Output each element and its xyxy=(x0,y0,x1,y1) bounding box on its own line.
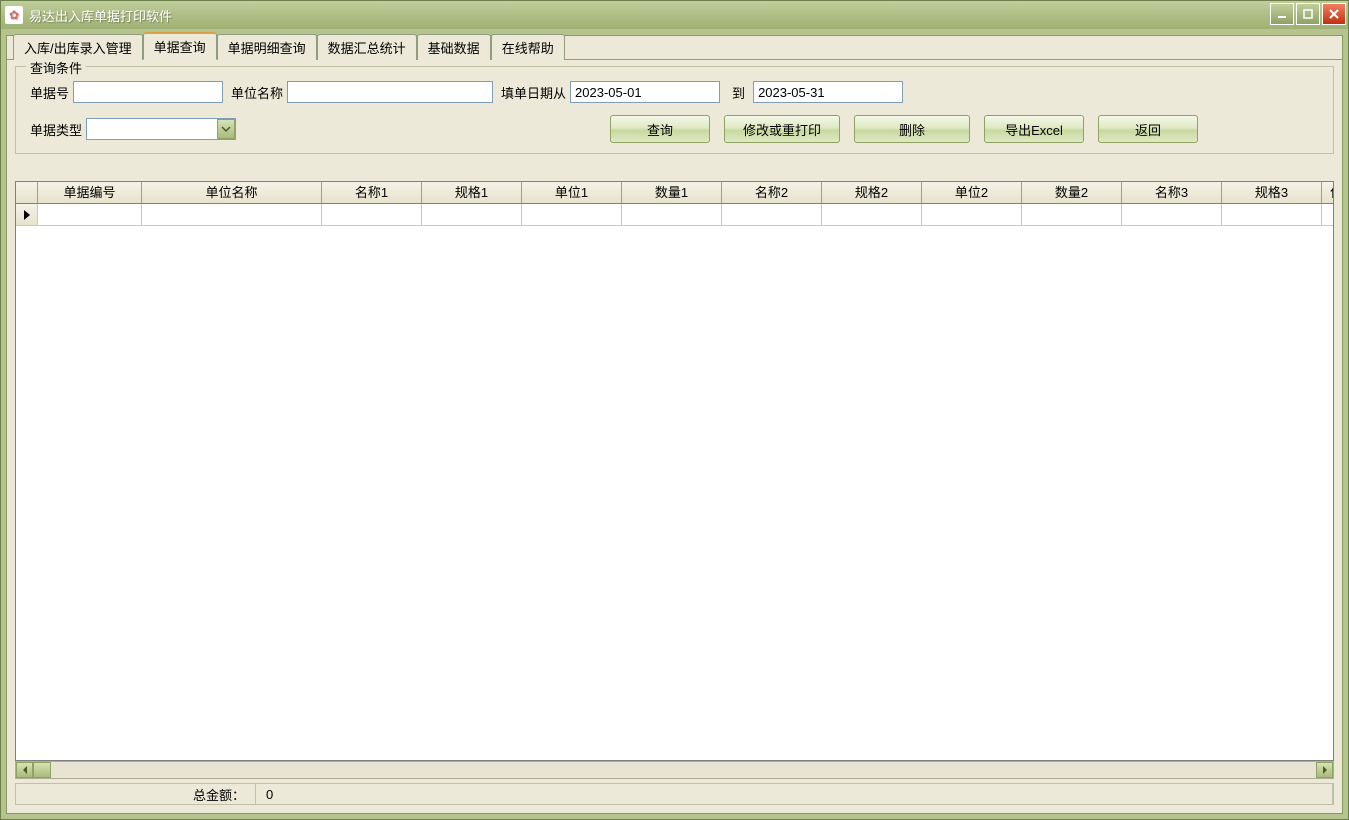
main-window: ✿ 易达出入库单据打印软件 入库/出库录入管理 单据查询 单据明细查询 数据汇总… xyxy=(0,0,1349,820)
grid-cell[interactable] xyxy=(142,204,322,225)
grid-col-spec1[interactable]: 规格1 xyxy=(422,182,522,203)
label-doc-type: 单据类型 xyxy=(30,120,82,139)
back-button[interactable]: 返回 xyxy=(1098,115,1198,143)
query-conditions-group: 查询条件 单据号 单位名称 填单日期从 到 单据类型 xyxy=(15,66,1334,154)
horizontal-scrollbar[interactable] xyxy=(15,761,1334,779)
grid-col-unit3partial[interactable]: 位 xyxy=(1322,182,1334,203)
results-grid: 单据编号 单位名称 名称1 规格1 单位1 数量1 名称2 规格2 单位2 数量… xyxy=(15,181,1334,761)
grid-cell[interactable] xyxy=(622,204,722,225)
tab-doc-query[interactable]: 单据查询 xyxy=(143,32,217,60)
status-total-value: 0 xyxy=(256,784,1333,804)
grid-col-indicator[interactable] xyxy=(16,182,38,203)
combo-doc-type-input[interactable] xyxy=(86,118,236,140)
window-title: 易达出入库单据打印软件 xyxy=(29,6,172,25)
grid-cell[interactable] xyxy=(522,204,622,225)
combo-doc-type-button[interactable] xyxy=(217,119,235,139)
chevron-right-icon xyxy=(1321,766,1329,774)
grid-cell[interactable] xyxy=(1322,204,1334,225)
input-date-to[interactable] xyxy=(753,81,903,103)
grid-cell[interactable] xyxy=(922,204,1022,225)
grid-header: 单据编号 单位名称 名称1 规格1 单位1 数量1 名称2 规格2 单位2 数量… xyxy=(16,182,1333,204)
search-button[interactable]: 查询 xyxy=(610,115,710,143)
grid-cell[interactable] xyxy=(722,204,822,225)
grid-col-spec2[interactable]: 规格2 xyxy=(822,182,922,203)
maximize-icon xyxy=(1302,8,1314,20)
input-unit-name[interactable] xyxy=(287,81,493,103)
status-total-label: 总金额： xyxy=(16,784,256,804)
query-row-1: 单据号 单位名称 填单日期从 到 xyxy=(26,81,1323,103)
grid-cell[interactable] xyxy=(322,204,422,225)
close-button[interactable] xyxy=(1322,3,1346,25)
query-row-2: 单据类型 查询 修改或重打印 删除 导出Excel 返回 xyxy=(26,115,1323,143)
tab-detail-query[interactable]: 单据明细查询 xyxy=(217,34,317,60)
input-date-from[interactable] xyxy=(570,81,720,103)
status-bar: 总金额： 0 xyxy=(15,783,1334,805)
grid-col-spec3[interactable]: 规格3 xyxy=(1222,182,1322,203)
tab-strip: 入库/出库录入管理 单据查询 单据明细查询 数据汇总统计 基础数据 在线帮助 xyxy=(7,36,1342,60)
export-excel-button[interactable]: 导出Excel xyxy=(984,115,1084,143)
grid-col-name1[interactable]: 名称1 xyxy=(322,182,422,203)
scrollbar-thumb[interactable] xyxy=(33,762,51,778)
grid-empty-row[interactable] xyxy=(16,204,1333,226)
scrollbar-track[interactable] xyxy=(33,762,1316,778)
grid-cell[interactable] xyxy=(1122,204,1222,225)
current-row-icon xyxy=(23,210,31,220)
scroll-left-button[interactable] xyxy=(16,762,33,778)
minimize-icon xyxy=(1276,8,1288,20)
grid-col-unit-name[interactable]: 单位名称 xyxy=(142,182,322,203)
close-icon xyxy=(1328,8,1340,20)
app-icon: ✿ xyxy=(5,6,23,24)
minimize-button[interactable] xyxy=(1270,3,1294,25)
modify-reprint-button[interactable]: 修改或重打印 xyxy=(724,115,840,143)
chevron-left-icon xyxy=(21,766,29,774)
combo-doc-type[interactable] xyxy=(86,118,236,140)
grid-col-qty1[interactable]: 数量1 xyxy=(622,182,722,203)
action-buttons: 查询 修改或重打印 删除 导出Excel 返回 xyxy=(596,115,1198,143)
client-area: 入库/出库录入管理 单据查询 单据明细查询 数据汇总统计 基础数据 在线帮助 查… xyxy=(6,35,1343,814)
window-controls xyxy=(1270,3,1346,25)
tab-entry-mgmt[interactable]: 入库/出库录入管理 xyxy=(13,34,143,60)
grid-cell[interactable] xyxy=(422,204,522,225)
tab-online-help[interactable]: 在线帮助 xyxy=(491,34,565,60)
chevron-down-icon xyxy=(221,124,231,134)
title-bar: ✿ 易达出入库单据打印软件 xyxy=(1,1,1348,29)
grid-cell[interactable] xyxy=(1022,204,1122,225)
query-legend: 查询条件 xyxy=(26,58,86,77)
grid-col-name2[interactable]: 名称2 xyxy=(722,182,822,203)
input-doc-no[interactable] xyxy=(73,81,223,103)
tab-summary-stats[interactable]: 数据汇总统计 xyxy=(317,34,417,60)
delete-button[interactable]: 删除 xyxy=(854,115,970,143)
label-doc-no: 单据号 xyxy=(30,83,69,102)
tab-base-data[interactable]: 基础数据 xyxy=(417,34,491,60)
grid-col-name3[interactable]: 名称3 xyxy=(1122,182,1222,203)
grid-col-doc-no[interactable]: 单据编号 xyxy=(38,182,142,203)
grid-cell[interactable] xyxy=(38,204,142,225)
grid-cell[interactable] xyxy=(1222,204,1322,225)
label-date-from: 填单日期从 xyxy=(501,83,566,102)
row-indicator xyxy=(16,204,38,225)
label-to: 到 xyxy=(732,83,745,102)
scroll-right-button[interactable] xyxy=(1316,762,1333,778)
label-unit-name: 单位名称 xyxy=(231,83,283,102)
grid-cell[interactable] xyxy=(822,204,922,225)
grid-col-qty2[interactable]: 数量2 xyxy=(1022,182,1122,203)
grid-col-unit2[interactable]: 单位2 xyxy=(922,182,1022,203)
maximize-button[interactable] xyxy=(1296,3,1320,25)
grid-col-unit1[interactable]: 单位1 xyxy=(522,182,622,203)
